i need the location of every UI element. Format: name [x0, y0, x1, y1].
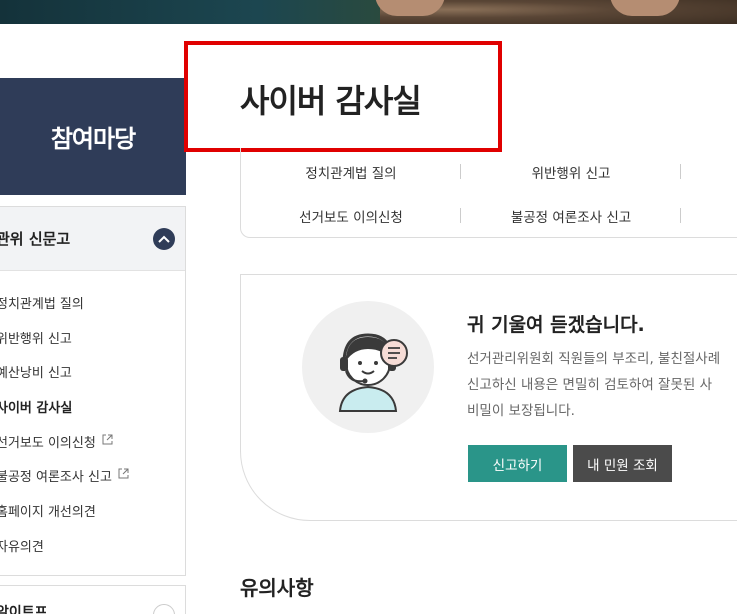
sidebar-item-violation-report[interactable]: 위반행위 신고 — [0, 320, 185, 355]
headset-agent-icon — [338, 333, 408, 412]
sidebar-item-label: 사이버 감사실 — [0, 400, 73, 416]
my-complaints-button[interactable]: 내 민원 조회 — [573, 445, 672, 482]
card-description-line: 선거관리위원회 직원들의 부조리, 불친절사례 — [467, 351, 721, 367]
external-link-icon — [102, 434, 113, 449]
sidebar-group: 관위 신문고 정치관계법 질의 위반행위 신고 예산낭비 신고 사이버 감사실 … — [0, 206, 186, 576]
sub-tabs: 정치관계법 질의 위반행위 신고 선거보도 이의신청 불공정 여론조사 신고 — [240, 148, 737, 238]
sidebar-item-label: 예산낭비 신고 — [0, 366, 72, 382]
tab-divider — [680, 208, 681, 223]
sidebar-group-title: 관위 신문고 — [0, 230, 71, 248]
sidebar-item-cyber-audit[interactable]: 사이버 감사실 — [0, 389, 185, 424]
chevron-down-icon[interactable] — [153, 604, 175, 614]
sidebar-heading: 참여마당 — [50, 125, 136, 153]
page-title: 사이버 감사실 — [240, 82, 422, 120]
sidebar-group-header[interactable]: 관위 신문고 — [0, 207, 185, 271]
sidebar-item-budget-waste[interactable]: 예산낭비 신고 — [0, 354, 185, 389]
report-button[interactable]: 신고하기 — [468, 445, 567, 482]
sidebar-group-2[interactable]: 알이트프 — [0, 585, 186, 614]
tab-violation-report[interactable]: 위반행위 신고 — [461, 162, 681, 182]
sidebar-item-press-objection[interactable]: 선거보도 이의신청 — [0, 424, 185, 459]
sidebar-item-homepage-feedback[interactable]: 홈페이지 개선의견 — [0, 493, 185, 528]
sidebar-item-label: 자유의견 — [0, 539, 44, 555]
sidebar-group-2-title: 알이트프 — [0, 605, 48, 614]
sidebar-heading-box: 참여마당 — [0, 78, 186, 195]
tab-press-objection[interactable]: 선거보도 이의신청 — [241, 206, 461, 226]
counselor-illustration — [302, 301, 434, 433]
sidebar-item-label: 위반행위 신고 — [0, 331, 72, 347]
card-description-line: 신고하신 내용은 면밀히 검토하여 잘못된 사 — [467, 377, 713, 393]
card-description-line: 비밀이 보장됩니다. — [467, 403, 575, 419]
sidebar-item-label: 홈페이지 개선의견 — [0, 504, 96, 520]
tab-unfair-poll[interactable]: 불공정 여론조사 신고 — [461, 206, 681, 226]
sidebar-item-free-opinion[interactable]: 자유의견 — [0, 528, 185, 563]
sidebar-item-label: 선거보도 이의신청 — [0, 435, 96, 451]
external-link-icon — [118, 468, 129, 483]
hero-banner — [0, 0, 737, 24]
card-heading: 귀 기울여 듣겠습니다. — [467, 314, 645, 336]
tab-divider — [680, 164, 681, 179]
tab-political-law[interactable]: 정치관계법 질의 — [241, 162, 461, 182]
card-description: 선거관리위원회 직원들의 부조리, 불친절사례 신고하신 내용은 면밀히 검토하… — [467, 346, 737, 424]
sidebar-item-label: 불공정 여론조사 신고 — [0, 470, 112, 486]
sidebar-menu-list: 정치관계법 질의 위반행위 신고 예산낭비 신고 사이버 감사실 선거보도 이의… — [0, 271, 185, 563]
notes-section-title: 유의사항 — [240, 576, 314, 600]
sidebar-item-label: 정치관계법 질의 — [0, 296, 84, 312]
sidebar-item-unfair-poll[interactable]: 불공정 여론조사 신고 — [0, 458, 185, 493]
chevron-up-icon[interactable] — [153, 227, 175, 250]
sidebar-item-political-law[interactable]: 정치관계법 질의 — [0, 285, 185, 320]
